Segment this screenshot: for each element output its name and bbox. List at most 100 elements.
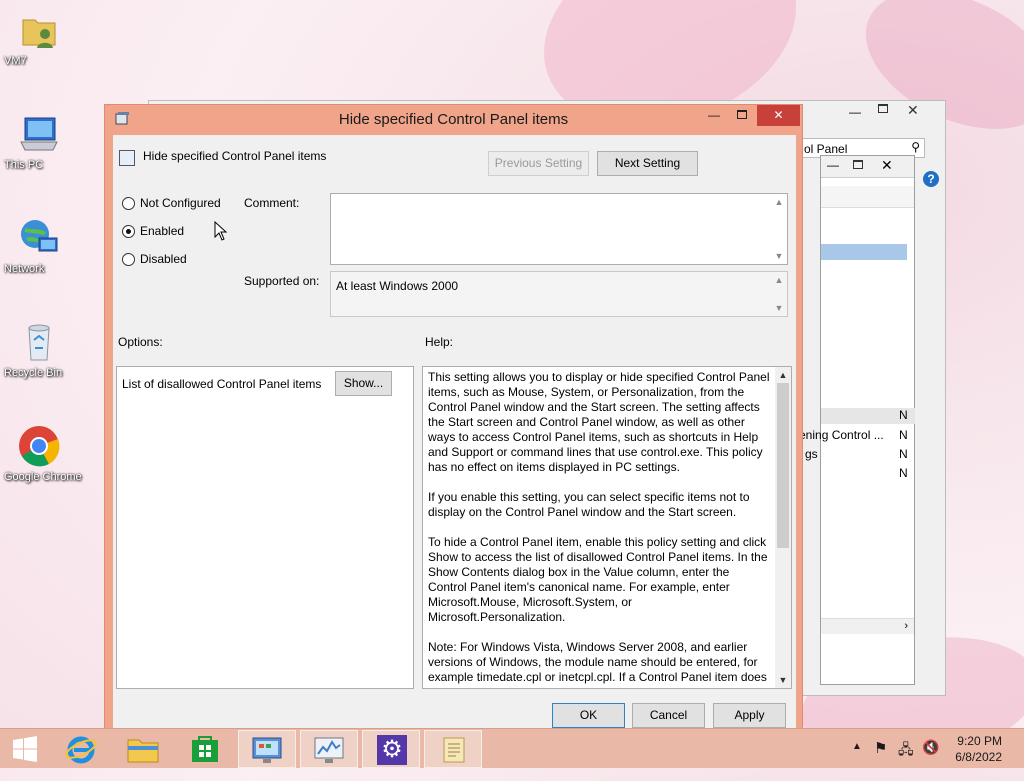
scroll-up-icon[interactable]: ▲ bbox=[771, 272, 787, 288]
bg-sub-toolbar bbox=[821, 186, 914, 208]
desktop-icon-label: VM7 bbox=[4, 55, 27, 67]
policy-scroll-icon bbox=[443, 737, 465, 763]
clock-date: 6/8/2022 bbox=[955, 750, 1002, 764]
bg-sub-maximize-icon[interactable] bbox=[853, 160, 863, 169]
help-paragraph: If you enable this setting, you can sele… bbox=[428, 490, 750, 519]
next-setting-button[interactable]: Next Setting bbox=[597, 151, 698, 176]
store-icon bbox=[192, 736, 218, 762]
bg-list-row[interactable]: gs N bbox=[805, 447, 915, 463]
network-icon bbox=[17, 216, 61, 260]
bg-list-row[interactable]: N bbox=[821, 466, 915, 482]
help-scrollbar[interactable]: ▲ ▼ bbox=[775, 367, 791, 688]
scroll-down-icon[interactable]: ▼ bbox=[771, 248, 787, 264]
scroll-down-icon[interactable]: ▼ bbox=[771, 300, 787, 316]
desktop-icon-chrome[interactable]: Google Chrome bbox=[4, 424, 82, 483]
desktop-icon-label: Network bbox=[4, 263, 45, 275]
network-status-icon[interactable]: 🖧 bbox=[898, 739, 914, 779]
dialog-titlebar[interactable]: Hide specified Control Panel items — ✕ bbox=[105, 105, 802, 133]
help-paragraph: To hide a Control Panel item, enable thi… bbox=[428, 535, 768, 624]
cancel-button[interactable]: Cancel bbox=[632, 703, 705, 728]
maximize-button[interactable] bbox=[729, 105, 755, 126]
close-button[interactable]: ✕ bbox=[757, 105, 800, 126]
taskbar-file-explorer[interactable] bbox=[114, 730, 172, 768]
help-paragraph: Note: For Windows Vista, Windows Server … bbox=[428, 640, 767, 684]
supported-on-value: At least Windows 2000 bbox=[336, 279, 459, 293]
taskbar-clock[interactable]: 9:20 PM 6/8/2022 bbox=[955, 733, 1002, 765]
scroll-thumb[interactable] bbox=[777, 383, 789, 548]
bg-sub-close-icon[interactable]: ✕ bbox=[881, 157, 893, 174]
minimize-button[interactable]: — bbox=[701, 105, 727, 126]
chrome-icon bbox=[17, 424, 61, 468]
comment-scrollbar[interactable]: ▲ ▼ bbox=[771, 194, 787, 264]
bg-horizontal-scrollbar[interactable]: › bbox=[821, 618, 914, 634]
desktop-icon-network[interactable]: Network bbox=[4, 216, 74, 275]
user-folder-icon bbox=[17, 8, 61, 52]
taskbar-control-panel[interactable] bbox=[238, 730, 296, 768]
desktop-icon-user-folder[interactable]: VM7 bbox=[4, 8, 74, 67]
maximize-icon bbox=[737, 110, 747, 119]
bg-close-icon[interactable]: ✕ bbox=[907, 102, 919, 119]
taskbar-group-policy[interactable] bbox=[424, 730, 482, 768]
help-label: Help: bbox=[425, 335, 454, 349]
control-panel-icon bbox=[252, 737, 282, 763]
desktop-icon-label: This PC bbox=[4, 159, 44, 171]
folder-icon bbox=[127, 739, 159, 763]
bg-list-row[interactable]: ening Control ... N bbox=[799, 428, 915, 444]
setting-icon bbox=[119, 150, 135, 166]
clock-time: 9:20 PM bbox=[957, 734, 1002, 748]
radio-label: Not Configured bbox=[140, 196, 221, 210]
show-hidden-icons[interactable]: ▲ bbox=[852, 741, 862, 781]
radio-indicator[interactable] bbox=[122, 225, 135, 238]
mouse-cursor-icon bbox=[214, 220, 228, 244]
help-panel: This setting allows you to display or hi… bbox=[422, 366, 792, 689]
taskbar-settings[interactable]: ⚙ bbox=[362, 730, 420, 768]
desktop-icon-recycle-bin[interactable]: Recycle Bin bbox=[4, 320, 74, 379]
desktop-icon-this-pc[interactable]: This PC bbox=[4, 112, 74, 171]
gear-icon: ⚙ bbox=[377, 735, 407, 765]
scroll-up-icon[interactable]: ▲ bbox=[775, 367, 791, 383]
option-item-label: List of disallowed Control Panel items bbox=[122, 377, 322, 391]
background-subwindow[interactable]: — ✕ N ening Control ... N gs N N › bbox=[799, 155, 915, 685]
scroll-right-icon[interactable]: › bbox=[904, 620, 908, 632]
bg-maximize-icon[interactable] bbox=[878, 104, 888, 113]
computer-icon bbox=[17, 112, 61, 156]
bg-selected-row bbox=[821, 244, 907, 260]
help-paragraph: This setting allows you to display or hi… bbox=[428, 370, 770, 474]
comment-textarea[interactable]: ▲ ▼ bbox=[330, 193, 788, 265]
bg-minimize-icon[interactable]: — bbox=[849, 105, 861, 119]
bg-sub-minimize-icon[interactable]: — bbox=[827, 158, 839, 172]
taskbar-store[interactable] bbox=[176, 730, 234, 768]
setting-title: Hide specified Control Panel items bbox=[143, 149, 327, 163]
options-panel: List of disallowed Control Panel items S… bbox=[116, 366, 414, 689]
previous-setting-button[interactable]: Previous Setting bbox=[488, 151, 589, 176]
scroll-down-icon[interactable]: ▼ bbox=[775, 672, 791, 688]
ok-button[interactable]: OK bbox=[552, 703, 625, 728]
radio-indicator[interactable] bbox=[122, 253, 135, 266]
dialog-client-area: Hide specified Control Panel items Previ… bbox=[113, 135, 796, 738]
taskbar-system-monitor[interactable] bbox=[300, 730, 358, 768]
radio-label: Disabled bbox=[140, 252, 187, 266]
supported-on-label: Supported on: bbox=[244, 274, 320, 288]
policy-dialog[interactable]: Hide specified Control Panel items — ✕ H… bbox=[104, 104, 803, 745]
close-icon: ✕ bbox=[773, 108, 784, 122]
bg-list-row[interactable]: N bbox=[821, 408, 915, 424]
internet-explorer-icon bbox=[65, 736, 97, 764]
desktop-icon-label: Google Chrome bbox=[4, 471, 82, 483]
action-center-flag-icon[interactable]: ⚑ bbox=[874, 739, 887, 779]
radio-indicator[interactable] bbox=[122, 197, 135, 210]
scroll-up-icon[interactable]: ▲ bbox=[771, 194, 787, 210]
comment-label: Comment: bbox=[244, 196, 300, 210]
apply-button[interactable]: Apply bbox=[713, 703, 786, 728]
volume-muted-icon[interactable]: 🔇 bbox=[922, 739, 939, 779]
windows-logo-icon bbox=[13, 736, 37, 762]
supported-scrollbar[interactable]: ▲ ▼ bbox=[771, 272, 787, 316]
dialog-title: Hide specified Control Panel items bbox=[338, 111, 569, 128]
options-label: Options: bbox=[118, 335, 163, 349]
taskbar-internet-explorer[interactable] bbox=[52, 730, 110, 768]
start-button[interactable] bbox=[0, 730, 50, 768]
monitor-graph-icon bbox=[314, 737, 344, 763]
help-icon[interactable]: ? bbox=[923, 171, 939, 187]
show-button[interactable]: Show... bbox=[335, 371, 392, 396]
search-icon: ⚲ bbox=[911, 140, 920, 154]
help-text: This setting allows you to display or hi… bbox=[428, 370, 770, 688]
